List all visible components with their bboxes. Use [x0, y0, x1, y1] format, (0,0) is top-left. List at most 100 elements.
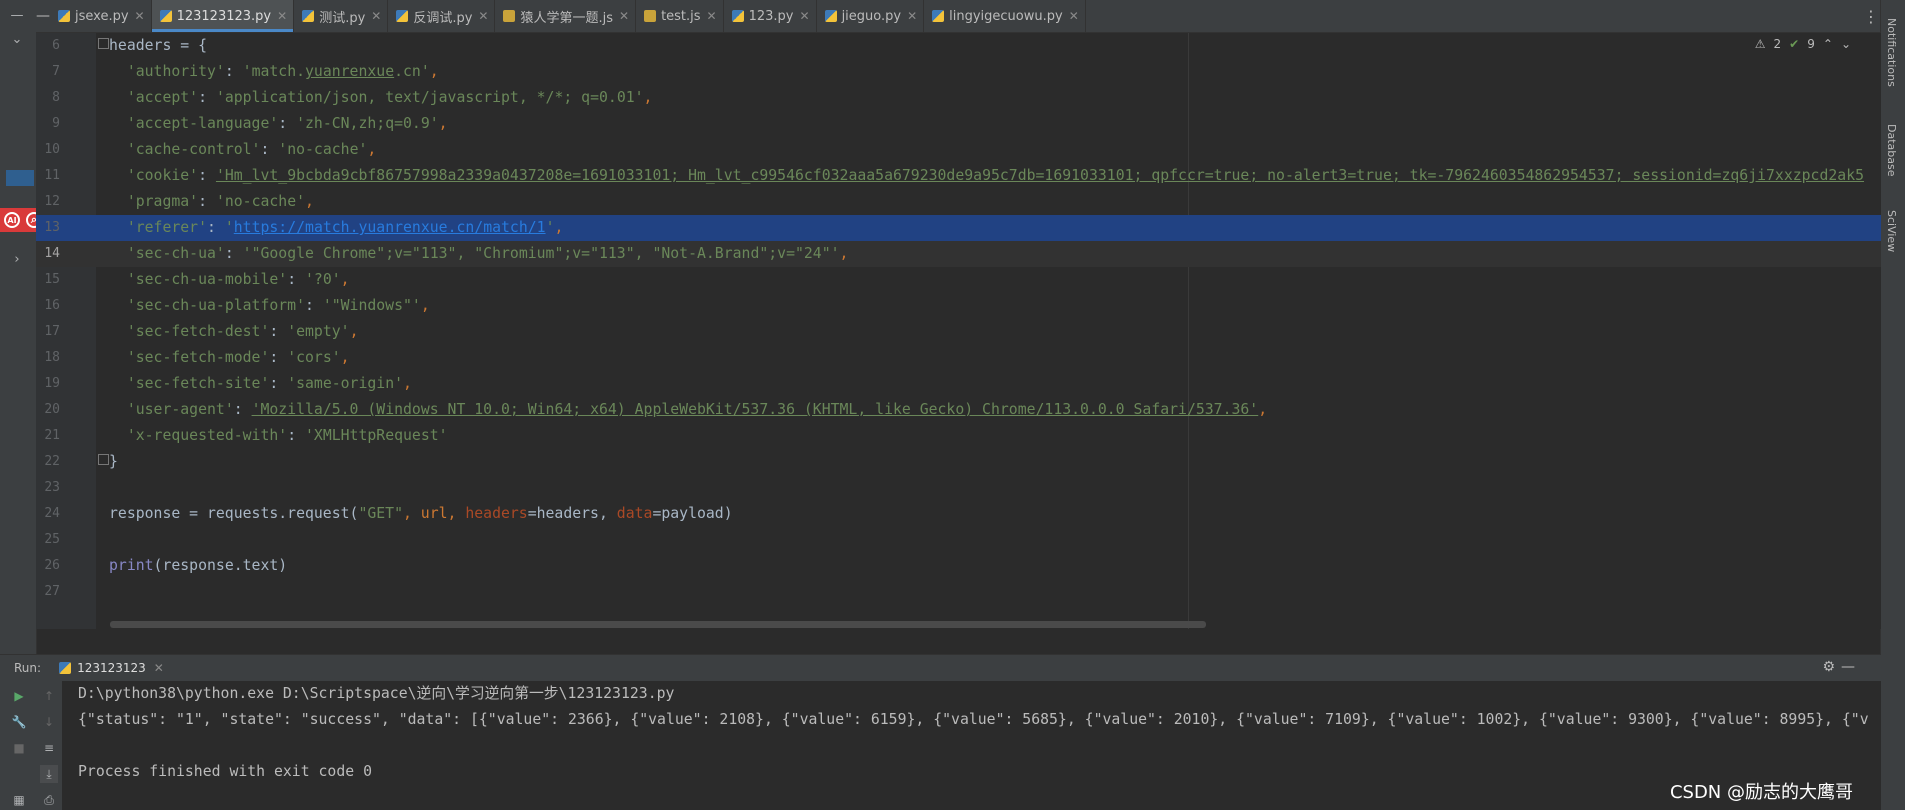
close-icon[interactable]: ✕: [619, 9, 629, 23]
tab-menu-icon[interactable]: —: [36, 0, 50, 32]
rerun-icon[interactable]: ▶: [10, 687, 28, 705]
close-icon[interactable]: ✕: [371, 9, 381, 23]
code-line: 12 'pragma': 'no-cache',: [36, 189, 1881, 215]
soft-wrap-icon[interactable]: ≡: [40, 739, 58, 757]
referer-url-link[interactable]: https://match.yuanrenxue.cn/match/1: [234, 219, 546, 236]
ai-icon: AI: [4, 212, 20, 228]
tab-test-js[interactable]: test.js ✕: [636, 0, 724, 32]
close-icon[interactable]: ✕: [800, 9, 810, 23]
code-text: 'accept': 'application/json, text/javasc…: [126, 89, 653, 106]
python-file-icon: [59, 662, 72, 674]
code-text: 'cache-control': 'no-cache',: [126, 141, 377, 158]
line-number: 21: [44, 428, 60, 443]
tab-123[interactable]: 123.py ✕: [724, 0, 817, 32]
notifications-toolwindow[interactable]: Notifications: [1885, 18, 1898, 87]
run-tab-label: 123123123: [77, 661, 146, 675]
chevron-down-icon[interactable]: ⌄: [8, 30, 26, 48]
console-output[interactable]: D:\python38\python.exe D:\Scriptspace\逆向…: [64, 681, 1881, 810]
more-tabs-icon[interactable]: ⋮: [1861, 0, 1881, 32]
code-text: 'cookie': 'Hm_lvt_9bcbda9cbf86757998a233…: [126, 167, 1865, 184]
fold-marker-icon[interactable]: [98, 454, 109, 465]
code-line: 9 'accept-language': 'zh-CN,zh;q=0.9',: [36, 111, 1881, 137]
close-icon[interactable]: ✕: [135, 9, 145, 23]
line-number: 20: [44, 402, 60, 417]
horizontal-scrollbar[interactable]: [110, 621, 1206, 628]
code-line: 6 headers = {: [36, 33, 1881, 59]
line-number: 6: [52, 38, 60, 53]
project-selection-marker: [6, 170, 34, 186]
arrow-up-icon[interactable]: ↑: [40, 687, 58, 705]
code-line: 23: [36, 475, 1881, 501]
line-number: 23: [44, 480, 60, 495]
python-file-icon: [159, 10, 172, 22]
close-icon[interactable]: ✕: [154, 661, 164, 675]
code-editor[interactable]: ⚠ 2 ✔ 9 ⌃ ⌄ 6 headers = { 7 'authority': '…: [36, 33, 1881, 629]
javascript-file-icon: [503, 10, 516, 22]
tab-label: jieguo.py: [841, 8, 902, 24]
code-line: 8 'accept': 'application/json, text/java…: [36, 85, 1881, 111]
python-file-icon: [58, 10, 70, 22]
wrench-icon[interactable]: 🔧: [10, 713, 28, 731]
tab-label: lingyigecuowu.py: [949, 8, 1063, 24]
code-line: 11 'cookie': 'Hm_lvt_9bcbda9cbf86757998a…: [36, 163, 1881, 189]
arrow-down-icon[interactable]: ↓: [40, 713, 58, 731]
code-text: response = requests.request("GET", url, …: [109, 505, 733, 522]
close-icon[interactable]: ✕: [1069, 9, 1079, 23]
line-number: 24: [44, 506, 60, 521]
run-config-tab[interactable]: 123123123 ✕: [59, 661, 164, 675]
code-text: 'referer': 'https://match.yuanrenxue.cn/…: [126, 219, 564, 236]
close-icon[interactable]: ✕: [478, 9, 488, 23]
sciview-toolwindow[interactable]: SciView: [1885, 210, 1898, 252]
close-icon[interactable]: ✕: [277, 9, 287, 23]
csdn-watermark: CSDN @励志的大鹰哥: [1669, 782, 1853, 803]
code-text: 'sec-ch-ua-platform': '"Windows"',: [126, 297, 430, 314]
fold-marker-icon[interactable]: [98, 38, 109, 49]
code-line: 25: [36, 527, 1881, 553]
code-line: 15 'sec-ch-ua-mobile': '?0',: [36, 267, 1881, 293]
close-icon[interactable]: ✕: [707, 9, 717, 23]
tab-lingyigecuowu[interactable]: lingyigecuowu.py ✕: [924, 0, 1086, 32]
code-text: 'sec-fetch-mode': 'cors',: [126, 349, 350, 366]
code-line: 17 'sec-fetch-dest': 'empty',: [36, 319, 1881, 345]
code-line: 7 'authority': 'match.yuanrenxue.cn',: [36, 59, 1881, 85]
python-file-icon: [824, 10, 837, 22]
tab-jieguo[interactable]: jieguo.py ✕: [817, 0, 925, 32]
code-line-current: 14 'sec-ch-ua': '"Google Chrome";v="113"…: [36, 241, 1881, 267]
gear-icon[interactable]: ⚙: [1822, 659, 1835, 675]
tab-jsexe[interactable]: jsexe.py ✕: [50, 0, 152, 32]
code-line: 16 'sec-ch-ua-platform': '"Windows"',: [36, 293, 1881, 319]
code-text: print(response.text): [109, 557, 288, 574]
tab-fantiaoshi[interactable]: 反调试.py ✕: [388, 0, 496, 32]
code-line: 27: [36, 579, 1881, 605]
line-number: 25: [44, 532, 60, 547]
code-line: 26 print(response.text): [36, 553, 1881, 579]
console-line: {"status": "1", "state": "success", "dat…: [78, 711, 1869, 728]
run-toolbar: ▶ ↑ 🔧 ↓ ■ ≡ ⤓ ▦ ⎙: [0, 681, 62, 810]
code-text: 'accept-language': 'zh-CN,zh;q=0.9',: [126, 115, 448, 132]
tab-label: 123.py: [748, 8, 794, 24]
console-line: Process finished with exit code 0: [78, 763, 372, 780]
database-toolwindow[interactable]: Database: [1885, 124, 1898, 177]
layout-icon[interactable]: ▦: [10, 791, 28, 809]
print-icon[interactable]: ⎙: [40, 791, 58, 809]
tab-ceshi[interactable]: 测试.py ✕: [294, 0, 389, 32]
code-line: 19 'sec-fetch-site': 'same-origin',: [36, 371, 1881, 397]
code-text: 'authority': 'match.yuanrenxue.cn',: [126, 63, 439, 80]
code-line: 20 'user-agent': 'Mozilla/5.0 (Windows N…: [36, 397, 1881, 423]
python-file-icon: [302, 10, 315, 22]
line-number: 18: [44, 350, 60, 365]
code-text: 'sec-ch-ua-mobile': '?0',: [126, 271, 350, 288]
minimize-icon[interactable]: —: [8, 6, 26, 24]
tab-123123123[interactable]: 123123123.py ✕: [151, 0, 295, 32]
minimize-icon[interactable]: —: [1841, 659, 1855, 675]
code-line: 22 }: [36, 449, 1881, 475]
line-number: 22: [44, 454, 60, 469]
scroll-to-end-icon[interactable]: ⤓: [40, 765, 58, 783]
line-number: 14: [44, 246, 60, 261]
code-text: 'x-requested-with': 'XMLHttpRequest': [126, 427, 448, 444]
line-number: 27: [44, 584, 60, 599]
tab-yuanrenxue-js[interactable]: 猿人学第一题.js ✕: [495, 0, 637, 32]
stop-icon[interactable]: ■: [10, 739, 28, 757]
close-icon[interactable]: ✕: [907, 9, 917, 23]
chevron-right-icon[interactable]: ›: [8, 250, 26, 268]
